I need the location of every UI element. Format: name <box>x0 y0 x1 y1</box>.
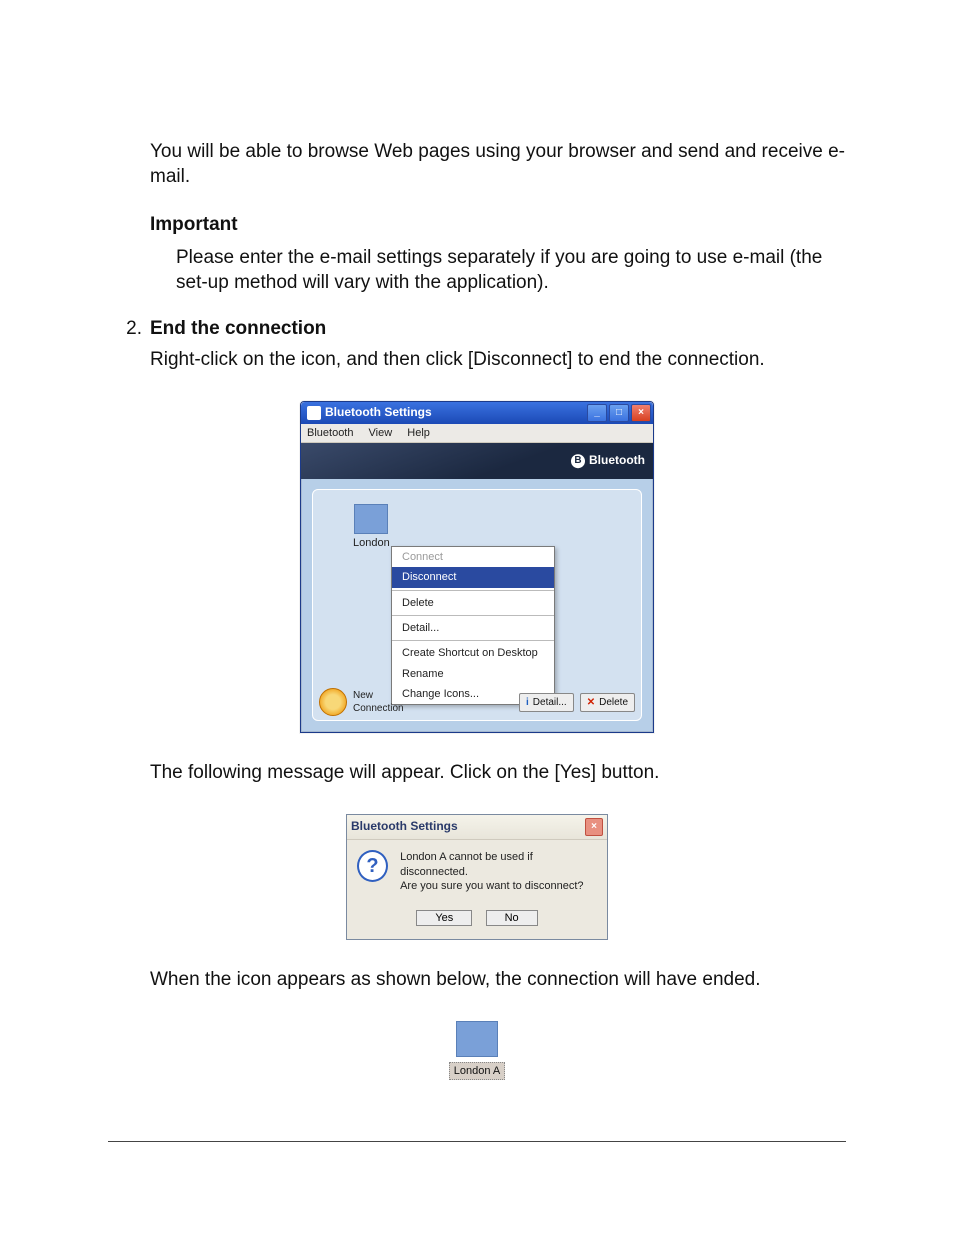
menu-item-disconnect[interactable]: Disconnect <box>392 567 554 587</box>
device-item[interactable]: London <box>353 504 390 550</box>
menu-item-create-shortcut[interactable]: Create Shortcut on Desktop <box>392 643 554 663</box>
info-icon: i <box>526 696 529 709</box>
bluetooth-brand-label: Bluetooth <box>589 453 645 469</box>
bluetooth-settings-window: Bluetooth Settings _ □ × Bluetooth View … <box>300 401 654 733</box>
disconnected-device-icon: London A <box>449 1021 506 1082</box>
new-connection-button[interactable]: New Connection <box>319 688 404 716</box>
device-label: London <box>353 536 390 550</box>
after-text-1: The following message will appear. Click… <box>150 761 846 786</box>
device-label: London A <box>449 1062 506 1080</box>
menu-bar: Bluetooth View Help <box>301 424 653 443</box>
step-number: 2. <box>108 317 150 342</box>
delete-button-label: Delete <box>599 696 628 709</box>
yes-button[interactable]: Yes <box>416 910 472 926</box>
context-menu: Connect Disconnect Delete Detail... Crea… <box>391 546 555 705</box>
important-heading: Important <box>150 213 846 238</box>
delete-icon: ✕ <box>587 696 595 709</box>
menu-view[interactable]: View <box>369 427 393 439</box>
maximize-button[interactable]: □ <box>609 404 629 422</box>
device-icon <box>456 1021 498 1057</box>
detail-button-label: Detail... <box>533 696 567 709</box>
new-connection-icon <box>319 688 347 716</box>
no-button[interactable]: No <box>486 910 538 926</box>
dialog-close-button[interactable]: × <box>585 818 603 836</box>
intro-text: You will be able to browse Web pages usi… <box>150 140 846 189</box>
new-connection-label: New Connection <box>353 689 404 715</box>
dialog-line-2: Are you sure you want to disconnect? <box>400 879 597 894</box>
after-text-2: When the icon appears as shown below, th… <box>150 968 846 993</box>
bluetooth-icon: B <box>571 454 585 468</box>
window-title: Bluetooth Settings <box>325 405 432 421</box>
detail-button[interactable]: i Detail... <box>519 693 574 712</box>
menu-item-detail[interactable]: Detail... <box>392 618 554 638</box>
minimize-button[interactable]: _ <box>587 404 607 422</box>
dialog-line-1: London A cannot be used if disconnected. <box>400 850 597 880</box>
window-titlebar[interactable]: Bluetooth Settings _ □ × <box>301 402 653 424</box>
step-body: Right-click on the icon, and then click … <box>150 348 846 373</box>
step-title: End the connection <box>150 317 326 342</box>
device-area: London Connect Disconnect Delete Detail.… <box>312 489 642 721</box>
close-button[interactable]: × <box>631 404 651 422</box>
menu-item-rename[interactable]: Rename <box>392 664 554 684</box>
menu-item-connect: Connect <box>392 547 554 567</box>
confirm-dialog: Bluetooth Settings × ? London A cannot b… <box>346 814 608 940</box>
page-divider <box>108 1141 846 1142</box>
dialog-message: London A cannot be used if disconnected.… <box>400 850 597 895</box>
delete-button[interactable]: ✕ Delete <box>580 693 635 712</box>
question-icon: ? <box>357 850 388 882</box>
app-icon <box>307 406 321 420</box>
important-body: Please enter the e-mail settings separat… <box>176 246 846 295</box>
menu-item-delete[interactable]: Delete <box>392 593 554 613</box>
menu-bluetooth[interactable]: Bluetooth <box>307 427 353 439</box>
bluetooth-banner: B Bluetooth <box>301 443 653 479</box>
device-icon <box>354 504 388 534</box>
dialog-title: Bluetooth Settings <box>351 819 458 835</box>
menu-help[interactable]: Help <box>407 427 430 439</box>
